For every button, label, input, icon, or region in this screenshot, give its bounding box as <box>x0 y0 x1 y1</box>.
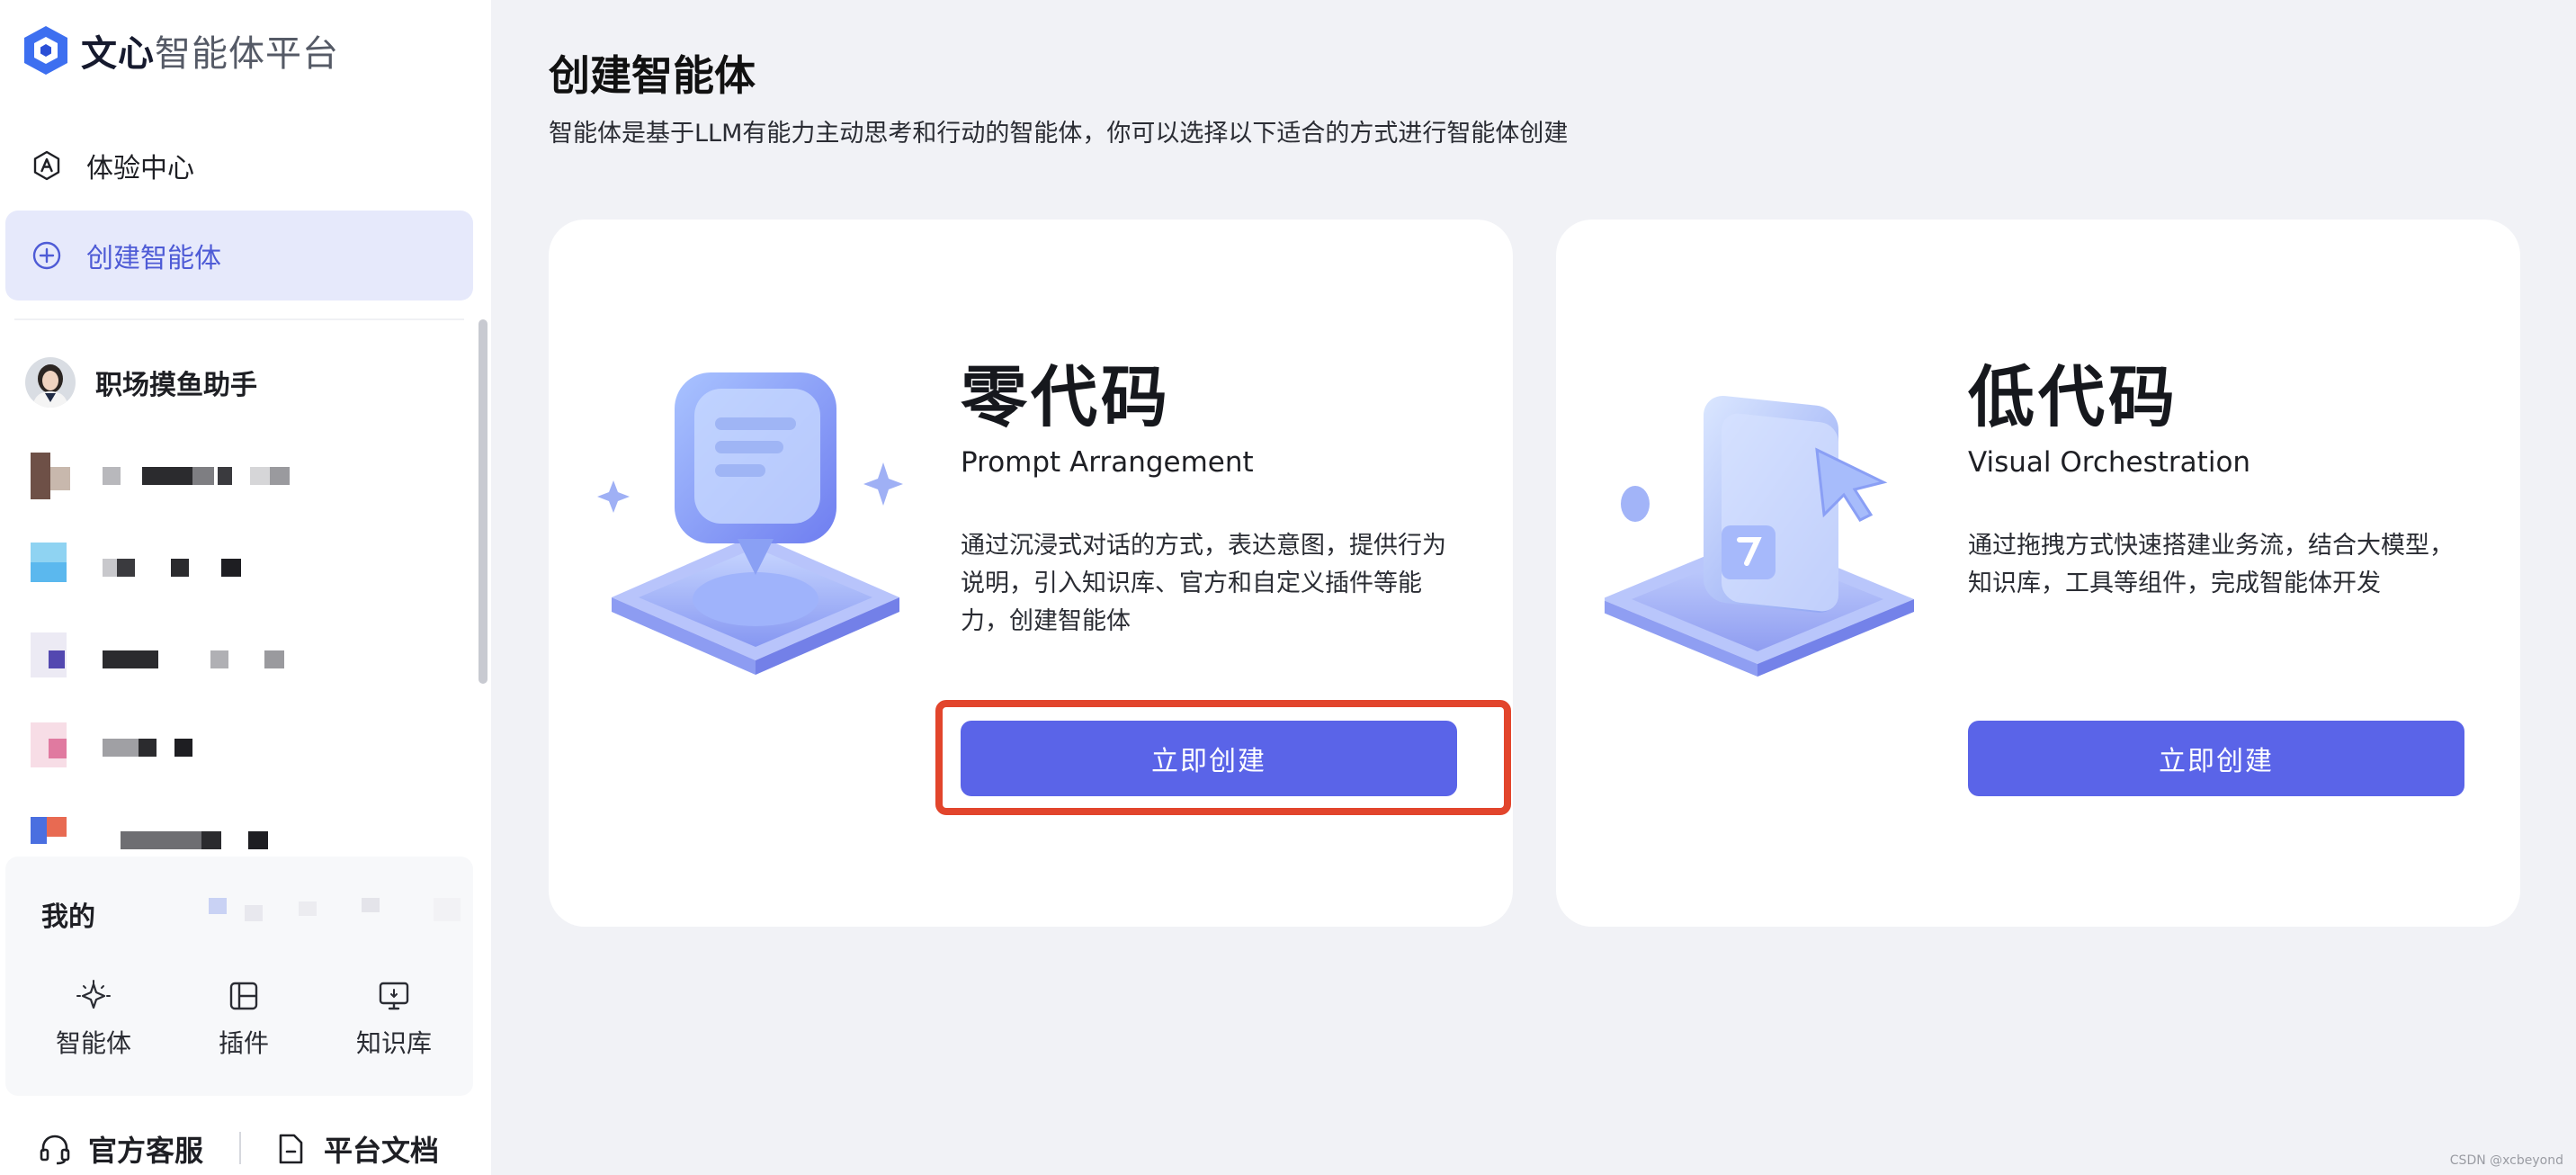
my-item-label: 插件 <box>218 1028 269 1058</box>
chat-bubble-illustration-icon <box>597 372 903 675</box>
pixelated-placeholder <box>31 543 241 582</box>
agent-list-item-blurred[interactable] <box>25 536 457 596</box>
headset-icon <box>40 1135 70 1165</box>
page-subtitle: 智能体是基于LLM有能力主动思考和行动的智能体，你可以选择以下适合的方式进行智能… <box>549 120 1569 148</box>
pixelated-placeholder <box>31 453 290 499</box>
pixelated-placeholder <box>31 817 268 849</box>
card-heading: 低代码 <box>1968 359 2178 436</box>
agent-list-item-blurred[interactable] <box>25 446 457 506</box>
logo-text: 文心智能体平台 <box>81 24 339 76</box>
docs-link[interactable]: 平台文档 <box>273 1126 439 1171</box>
my-panel: 我的 智能体 插件 知识库 <box>5 857 473 1096</box>
zero-code-create-button[interactable]: 立即创建 <box>961 721 1457 796</box>
card-heading: 零代码 <box>961 359 1171 436</box>
page-title: 创建智能体 <box>549 51 756 100</box>
sidebar: 文心智能体平台 体验中心 创建智能体 职场摸鱼助手 我的 智能体 插件 知识库 … <box>0 0 491 1175</box>
docs-label: 平台文档 <box>324 1134 440 1168</box>
logo-bold-text: 文心 <box>81 33 155 75</box>
my-item-label: 智能体 <box>55 1028 131 1058</box>
sparkle-icon <box>76 980 111 1009</box>
agent-list-item-blurred[interactable] <box>25 626 457 686</box>
letter-a-hexagon-icon <box>33 150 60 181</box>
nav-label: 体验中心 <box>86 153 194 184</box>
logo-rest-text: 智能体平台 <box>155 33 339 75</box>
knowledge-icon <box>379 982 409 1010</box>
agent-name: 职场摸鱼助手 <box>95 370 257 401</box>
my-title: 我的 <box>41 901 95 933</box>
logo-mark-icon <box>24 26 67 75</box>
sidebar-scrollbar[interactable] <box>479 319 487 684</box>
agent-avatar <box>25 357 76 408</box>
my-item-label: 知识库 <box>355 1028 432 1058</box>
low-code-card: 低代码 Visual Orchestration 通过拖拽方式快速搭建业务流，结… <box>1556 220 2520 927</box>
nav-item-create-agent[interactable]: 创建智能体 <box>5 211 473 300</box>
card-description: 通过沉浸式对话的方式，表达意图，提供行为说明，引入知识库、官方和自定义插件等能力… <box>961 532 1446 635</box>
agent-list-item-blurred[interactable] <box>25 716 457 776</box>
card-subheading: Visual Orchestration <box>1968 446 2251 479</box>
drag-canvas-illustration-icon <box>1605 395 1914 677</box>
footer-divider <box>239 1132 241 1164</box>
app-logo[interactable]: 文心智能体平台 <box>22 22 339 79</box>
support-link[interactable]: 官方客服 <box>38 1126 203 1171</box>
zero-code-card: 零代码 Prompt Arrangement 通过沉浸式对话的方式，表达意图，提… <box>549 220 1513 927</box>
plugin-icon <box>229 982 258 1010</box>
my-item-knowledge-base[interactable]: 知识库 <box>331 979 457 1069</box>
my-item-plugins[interactable]: 插件 <box>181 979 307 1069</box>
pixelated-placeholder <box>31 722 192 767</box>
nav-label: 创建智能体 <box>86 243 221 274</box>
watermark: CSDN @xcbeyond <box>2449 1153 2563 1168</box>
document-icon <box>279 1134 303 1164</box>
agent-list-item-blurred[interactable] <box>25 801 457 860</box>
plus-circle-icon <box>32 241 61 270</box>
low-code-create-button[interactable]: 立即创建 <box>1968 721 2464 796</box>
pixelated-placeholder <box>209 898 461 921</box>
nav-item-experience-center[interactable]: 体验中心 <box>5 121 473 211</box>
pixelated-placeholder <box>31 632 284 677</box>
card-description: 通过拖拽方式快速搭建业务流，结合大模型，知识库，工具等组件，完成智能体开发 <box>1968 532 2454 597</box>
card-subheading: Prompt Arrangement <box>961 446 1254 479</box>
support-label: 官方客服 <box>88 1134 204 1168</box>
sidebar-divider <box>14 318 464 320</box>
my-item-agents[interactable]: 智能体 <box>31 979 157 1069</box>
agent-list-item[interactable]: 职场摸鱼助手 <box>25 353 457 412</box>
